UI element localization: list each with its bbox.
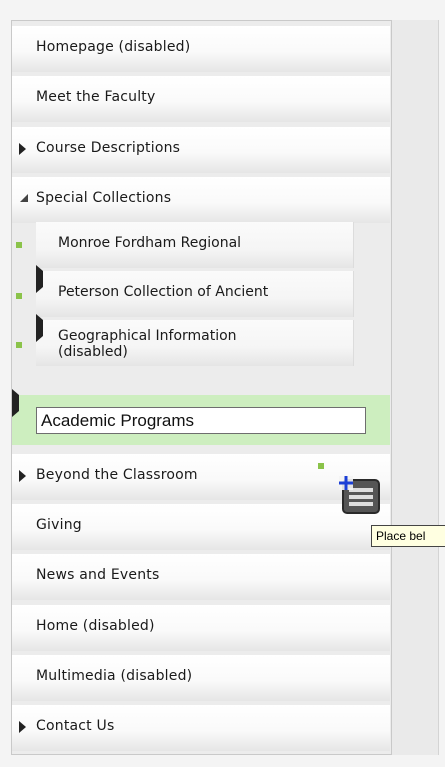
expand-arrow-icon[interactable]	[12, 389, 19, 417]
sub-item-geographical-information[interactable]: Geographical Information (disabled)	[36, 314, 354, 366]
menu-item-home[interactable]: Home (disabled)	[12, 605, 390, 651]
menu-item-label: Special Collections	[36, 190, 172, 206]
sub-item-label: Peterson Collection of Ancient	[58, 284, 269, 300]
sub-item-label: Geographical Information (disabled)	[58, 328, 237, 360]
expand-arrow-icon[interactable]	[36, 314, 43, 342]
menu-item-special-collections[interactable]: Special Collections	[12, 177, 390, 223]
sub-item-peterson-collection[interactable]: Peterson Collection of Ancient	[36, 265, 354, 317]
menu-item-label: Home (disabled)	[36, 618, 155, 634]
menu-item-course-descriptions[interactable]: Course Descriptions	[12, 127, 390, 173]
rename-input[interactable]	[36, 407, 366, 434]
sub-item-label: Monroe Fordham Regional	[58, 235, 242, 251]
drop-marker-icon	[16, 293, 22, 299]
menu-item-homepage[interactable]: Homepage (disabled)	[12, 26, 390, 72]
drop-marker-icon	[318, 463, 324, 469]
sub-item-monroe-fordham[interactable]: Monroe Fordham Regional	[36, 222, 354, 268]
expand-arrow-icon[interactable]	[19, 470, 26, 482]
stack-add-icon	[337, 474, 385, 520]
drop-marker-icon	[16, 242, 22, 248]
menu-item-giving[interactable]: Giving	[12, 504, 390, 550]
collapse-arrow-icon[interactable]	[20, 194, 28, 202]
menu-item-multimedia[interactable]: Multimedia (disabled)	[12, 655, 390, 701]
menu-item-label: Beyond the Classroom	[36, 467, 198, 483]
expand-arrow-icon[interactable]	[36, 265, 43, 293]
menu-item-contact-us[interactable]: Contact Us	[12, 705, 390, 751]
menu-item-label: Homepage (disabled)	[36, 39, 191, 55]
menu-item-label: Multimedia (disabled)	[36, 668, 193, 684]
menu-item-label: News and Events	[36, 567, 160, 583]
drop-tooltip: Place bel	[371, 525, 445, 547]
panel-side-strip	[392, 20, 439, 755]
menu-item-beyond-the-classroom[interactable]: Beyond the Classroom	[12, 454, 390, 500]
menu-item-label: Giving	[36, 517, 82, 533]
drop-target-row[interactable]	[12, 389, 390, 445]
drop-marker-icon	[16, 342, 22, 348]
menu-item-news-and-events[interactable]: News and Events	[12, 554, 390, 600]
menu-item-meet-the-faculty[interactable]: Meet the Faculty	[12, 76, 390, 122]
menu-item-label: Meet the Faculty	[36, 89, 156, 105]
menu-item-label: Contact Us	[36, 718, 115, 734]
expand-arrow-icon[interactable]	[19, 721, 26, 733]
expand-arrow-icon[interactable]	[19, 143, 26, 155]
menu-item-label: Course Descriptions	[36, 140, 181, 156]
